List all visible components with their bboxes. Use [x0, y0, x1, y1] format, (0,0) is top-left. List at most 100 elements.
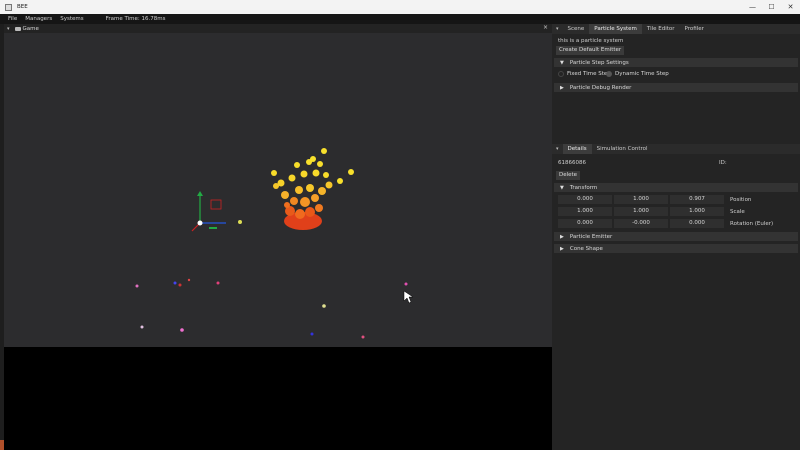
- position-label: Position: [730, 196, 752, 203]
- transform-header[interactable]: ▼ Transform: [554, 183, 798, 192]
- particle: [337, 178, 343, 184]
- expanded-arrow-icon: ▼: [560, 184, 564, 191]
- particle: [295, 186, 303, 194]
- top-panel-tabs: ▾ Scene Particle System Tile Editor Prof…: [552, 24, 800, 34]
- window-controls: — ☐ ✕: [743, 0, 800, 14]
- dock-pin-icon[interactable]: ▾: [556, 26, 559, 32]
- id-label: ID:: [719, 160, 727, 166]
- particle: [288, 174, 296, 182]
- fixed-time-step-label: Fixed Time Step: [567, 71, 611, 77]
- particle: [404, 282, 408, 286]
- position-x-field[interactable]: 0.000: [558, 195, 612, 204]
- particle: [306, 184, 314, 192]
- cone-shape-label: Cone Shape: [569, 245, 603, 252]
- particle: [300, 170, 308, 178]
- particle: [312, 169, 320, 177]
- menu-file[interactable]: File: [8, 16, 17, 22]
- rotation-z-field[interactable]: 0.000: [670, 219, 724, 228]
- particle: [271, 170, 277, 176]
- position-z-field[interactable]: 0.907: [670, 195, 724, 204]
- maximize-button[interactable]: ☐: [762, 0, 781, 14]
- frame-time-readout: Frame Time: 16.78ms: [105, 16, 166, 22]
- menu-bar: File Managers Systems Frame Time: 16.78m…: [0, 14, 800, 24]
- particle: [323, 172, 329, 178]
- particle-emitter-header[interactable]: ▶ Particle Emitter: [554, 232, 798, 241]
- tab-particle-system[interactable]: Particle System: [589, 24, 642, 34]
- particle: [317, 161, 323, 167]
- particle: [325, 181, 333, 189]
- scale-label: Scale: [730, 208, 745, 215]
- particle: [361, 335, 365, 339]
- position-row: 0.000 1.000 0.907 Position: [558, 195, 798, 204]
- bottom-panel-tabs: ▾ Details Simulation Control: [552, 144, 800, 154]
- particle: [180, 328, 184, 332]
- collapsed-arrow-icon: ▶: [560, 245, 564, 252]
- close-window-button[interactable]: ✕: [781, 0, 800, 14]
- minimize-button[interactable]: —: [743, 0, 762, 14]
- window-title: BEE: [17, 4, 28, 10]
- particle-system-panel: ▾ Scene Particle System Tile Editor Prof…: [552, 24, 800, 144]
- expanded-arrow-icon: ▼: [560, 59, 564, 66]
- dock-pin-icon[interactable]: ▾: [7, 26, 10, 32]
- tab-game[interactable]: Game: [14, 25, 39, 32]
- scattered-particles: [135, 278, 408, 339]
- tab-profiler[interactable]: Profiler: [680, 24, 709, 34]
- particle-step-settings-header[interactable]: ▼ Particle Step Settings: [554, 58, 798, 67]
- details-panel: ▾ Details Simulation Control 61866086 ID…: [552, 144, 800, 450]
- particle: [273, 183, 279, 189]
- close-game-tab-button[interactable]: ×: [543, 24, 548, 31]
- tab-details[interactable]: Details: [562, 144, 592, 154]
- delete-button[interactable]: Delete: [556, 171, 581, 180]
- particle-debug-render-label: Particle Debug Render: [569, 84, 632, 91]
- title-bar: BEE — ☐ ✕: [0, 0, 800, 14]
- collapsed-arrow-icon: ▶: [560, 84, 564, 91]
- particle: [305, 207, 315, 217]
- particle: [311, 194, 319, 202]
- rotation-label: Rotation (Euler): [730, 220, 774, 227]
- particle: [300, 197, 310, 207]
- create-default-emitter-button[interactable]: Create Default Emitter: [556, 46, 625, 55]
- scale-y-field[interactable]: 1.000: [614, 207, 668, 216]
- menu-systems[interactable]: Systems: [60, 16, 83, 22]
- tab-simulation-control[interactable]: Simulation Control: [592, 144, 653, 154]
- tab-game-label: Game: [22, 25, 39, 32]
- radio-unchecked-icon: [558, 71, 564, 77]
- flame-particles: [271, 148, 354, 230]
- particle: [284, 202, 290, 208]
- dock-pin-icon[interactable]: ▾: [556, 146, 559, 152]
- app-icon: [5, 3, 12, 11]
- rotation-x-field[interactable]: 0.000: [558, 219, 612, 228]
- particle-emitter-label: Particle Emitter: [569, 233, 613, 240]
- particle: [321, 148, 327, 154]
- rotation-row: 0.000 -0.000 0.000 Rotation (Euler): [558, 219, 798, 228]
- particle: [187, 278, 191, 282]
- position-y-field[interactable]: 1.000: [614, 195, 668, 204]
- particle: [216, 281, 220, 285]
- collapsed-arrow-icon: ▶: [560, 233, 564, 240]
- dynamic-time-step-radio[interactable]: Dynamic Time Step: [606, 71, 669, 77]
- particle-step-settings-label: Particle Step Settings: [569, 59, 629, 66]
- scale-z-field[interactable]: 1.000: [670, 207, 724, 216]
- entity-id-value: 61866086: [558, 160, 586, 166]
- particle: [310, 156, 316, 162]
- transform-label: Transform: [569, 184, 598, 191]
- particle-system-description: this is a particle system: [558, 38, 624, 44]
- game-viewport[interactable]: [4, 33, 552, 347]
- tab-scene[interactable]: Scene: [563, 24, 590, 34]
- scale-x-field[interactable]: 1.000: [558, 207, 612, 216]
- particle: [310, 332, 314, 336]
- rotation-y-field[interactable]: -0.000: [614, 219, 668, 228]
- game-tab-bar: ▾ Game ×: [4, 24, 552, 33]
- cone-shape-header[interactable]: ▶ Cone Shape: [554, 244, 798, 253]
- particle: [140, 325, 144, 329]
- transform-gizmo[interactable]: [191, 191, 242, 232]
- particle: [173, 281, 177, 285]
- particle: [281, 191, 289, 199]
- menu-managers[interactable]: Managers: [25, 16, 52, 22]
- tab-tile-editor[interactable]: Tile Editor: [642, 24, 680, 34]
- fixed-time-step-radio[interactable]: Fixed Time Step: [558, 71, 611, 77]
- particle-debug-render-header[interactable]: ▶ Particle Debug Render: [554, 83, 798, 92]
- dynamic-time-step-label: Dynamic Time Step: [615, 71, 669, 77]
- gamepad-icon: [14, 26, 21, 31]
- particle: [294, 162, 300, 168]
